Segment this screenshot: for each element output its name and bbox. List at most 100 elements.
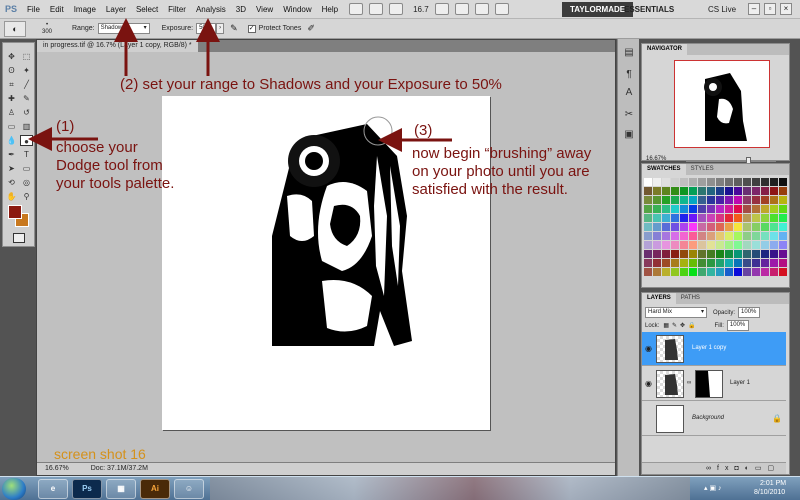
color-swatch[interactable] — [644, 259, 652, 267]
layer-row-layer1-copy[interactable]: ◉ Layer 1 copy — [642, 332, 786, 366]
new-layer-icon[interactable]: ▢ — [768, 465, 781, 472]
color-swatch[interactable] — [761, 187, 769, 195]
color-swatch[interactable] — [770, 214, 778, 222]
color-swatch[interactable] — [689, 241, 697, 249]
color-swatch[interactable] — [671, 205, 679, 213]
color-swatch[interactable] — [770, 187, 778, 195]
color-swatch[interactable] — [698, 187, 706, 195]
color-swatch[interactable] — [725, 178, 733, 186]
color-swatch[interactable] — [707, 241, 715, 249]
color-swatch[interactable] — [698, 250, 706, 258]
color-swatch[interactable] — [716, 223, 724, 231]
color-swatch[interactable] — [761, 259, 769, 267]
tab-navigator[interactable]: NAVIGATOR — [642, 44, 688, 55]
color-swatch[interactable] — [644, 187, 652, 195]
color-swatch[interactable] — [707, 259, 715, 267]
color-swatch[interactable] — [725, 205, 733, 213]
swatch-grid[interactable] — [644, 178, 787, 276]
color-swatch[interactable] — [734, 187, 742, 195]
color-swatch[interactable] — [671, 214, 679, 222]
color-swatch[interactable] — [653, 223, 661, 231]
tab-layers[interactable]: LAYERS — [642, 293, 676, 304]
ie-taskbar-icon[interactable]: e — [38, 479, 68, 499]
color-swatch[interactable] — [653, 196, 661, 204]
color-swatch[interactable] — [698, 259, 706, 267]
color-swatch[interactable] — [743, 214, 751, 222]
color-swatch[interactable] — [653, 250, 661, 258]
history-panel-icon[interactable]: ▤ — [623, 47, 635, 59]
color-swatch[interactable] — [761, 196, 769, 204]
color-swatch[interactable] — [779, 259, 787, 267]
color-swatch[interactable] — [689, 223, 697, 231]
color-swatch[interactable] — [680, 178, 688, 186]
color-swatch[interactable] — [680, 196, 688, 204]
navigator-preview[interactable] — [674, 60, 770, 148]
color-swatch[interactable] — [779, 187, 787, 195]
color-swatch[interactable] — [779, 241, 787, 249]
tab-paths[interactable]: PATHS — [676, 293, 705, 304]
color-swatch[interactable] — [662, 259, 670, 267]
color-swatch[interactable] — [779, 178, 787, 186]
color-swatch[interactable] — [680, 259, 688, 267]
link-layers-icon[interactable]: ∞ — [706, 465, 717, 472]
color-swatch[interactable] — [680, 205, 688, 213]
color-swatch[interactable] — [761, 250, 769, 258]
color-swatch[interactable] — [734, 223, 742, 231]
color-swatch[interactable] — [671, 187, 679, 195]
tab-styles[interactable]: STYLES — [686, 164, 719, 175]
color-swatch[interactable] — [707, 214, 715, 222]
color-swatch[interactable] — [662, 214, 670, 222]
color-swatch[interactable] — [680, 232, 688, 240]
tray-icons[interactable]: ▴ ▣ ♪ — [704, 484, 722, 492]
color-swatch[interactable] — [761, 178, 769, 186]
color-swatch[interactable] — [770, 205, 778, 213]
color-swatch[interactable] — [734, 232, 742, 240]
color-swatch[interactable] — [671, 178, 679, 186]
color-swatch[interactable] — [689, 178, 697, 186]
color-swatch[interactable] — [698, 205, 706, 213]
color-swatch[interactable] — [734, 241, 742, 249]
color-swatch[interactable] — [725, 259, 733, 267]
layer-row-background[interactable]: Background 🔒 — [642, 402, 786, 436]
color-swatch[interactable] — [653, 205, 661, 213]
color-swatch[interactable] — [644, 250, 652, 258]
color-swatch[interactable] — [761, 223, 769, 231]
color-swatch[interactable] — [725, 214, 733, 222]
color-swatch[interactable] — [779, 205, 787, 213]
color-swatch[interactable] — [770, 241, 778, 249]
color-swatch[interactable] — [653, 241, 661, 249]
color-swatch[interactable] — [662, 268, 670, 276]
color-swatch[interactable] — [770, 232, 778, 240]
color-swatch[interactable] — [734, 268, 742, 276]
color-swatch[interactable] — [743, 178, 751, 186]
color-swatch[interactable] — [644, 223, 652, 231]
folder-icon[interactable]: ▭ — [755, 465, 768, 472]
color-swatch[interactable] — [716, 250, 724, 258]
color-swatch[interactable] — [752, 178, 760, 186]
color-swatch[interactable] — [662, 205, 670, 213]
color-swatch[interactable] — [689, 268, 697, 276]
color-swatch[interactable] — [770, 196, 778, 204]
messenger-taskbar-icon[interactable]: ☺ — [174, 479, 204, 499]
color-swatch[interactable] — [716, 241, 724, 249]
color-swatch[interactable] — [680, 250, 688, 258]
color-swatch[interactable] — [644, 241, 652, 249]
color-swatch[interactable] — [707, 205, 715, 213]
color-swatch[interactable] — [662, 223, 670, 231]
color-swatch[interactable] — [743, 223, 751, 231]
color-swatch[interactable] — [671, 232, 679, 240]
color-swatch[interactable] — [770, 259, 778, 267]
link-icon[interactable]: ∞ — [687, 380, 691, 386]
color-swatch[interactable] — [662, 250, 670, 258]
color-swatch[interactable] — [716, 205, 724, 213]
color-swatch[interactable] — [707, 187, 715, 195]
color-swatch[interactable] — [716, 232, 724, 240]
color-swatch[interactable] — [761, 268, 769, 276]
paragraph-panel-icon[interactable]: ¶ — [623, 69, 635, 81]
color-swatch[interactable] — [689, 250, 697, 258]
color-swatch[interactable] — [761, 232, 769, 240]
color-swatch[interactable] — [689, 205, 697, 213]
color-swatch[interactable] — [644, 196, 652, 204]
color-swatch[interactable] — [743, 205, 751, 213]
color-swatch[interactable] — [644, 268, 652, 276]
